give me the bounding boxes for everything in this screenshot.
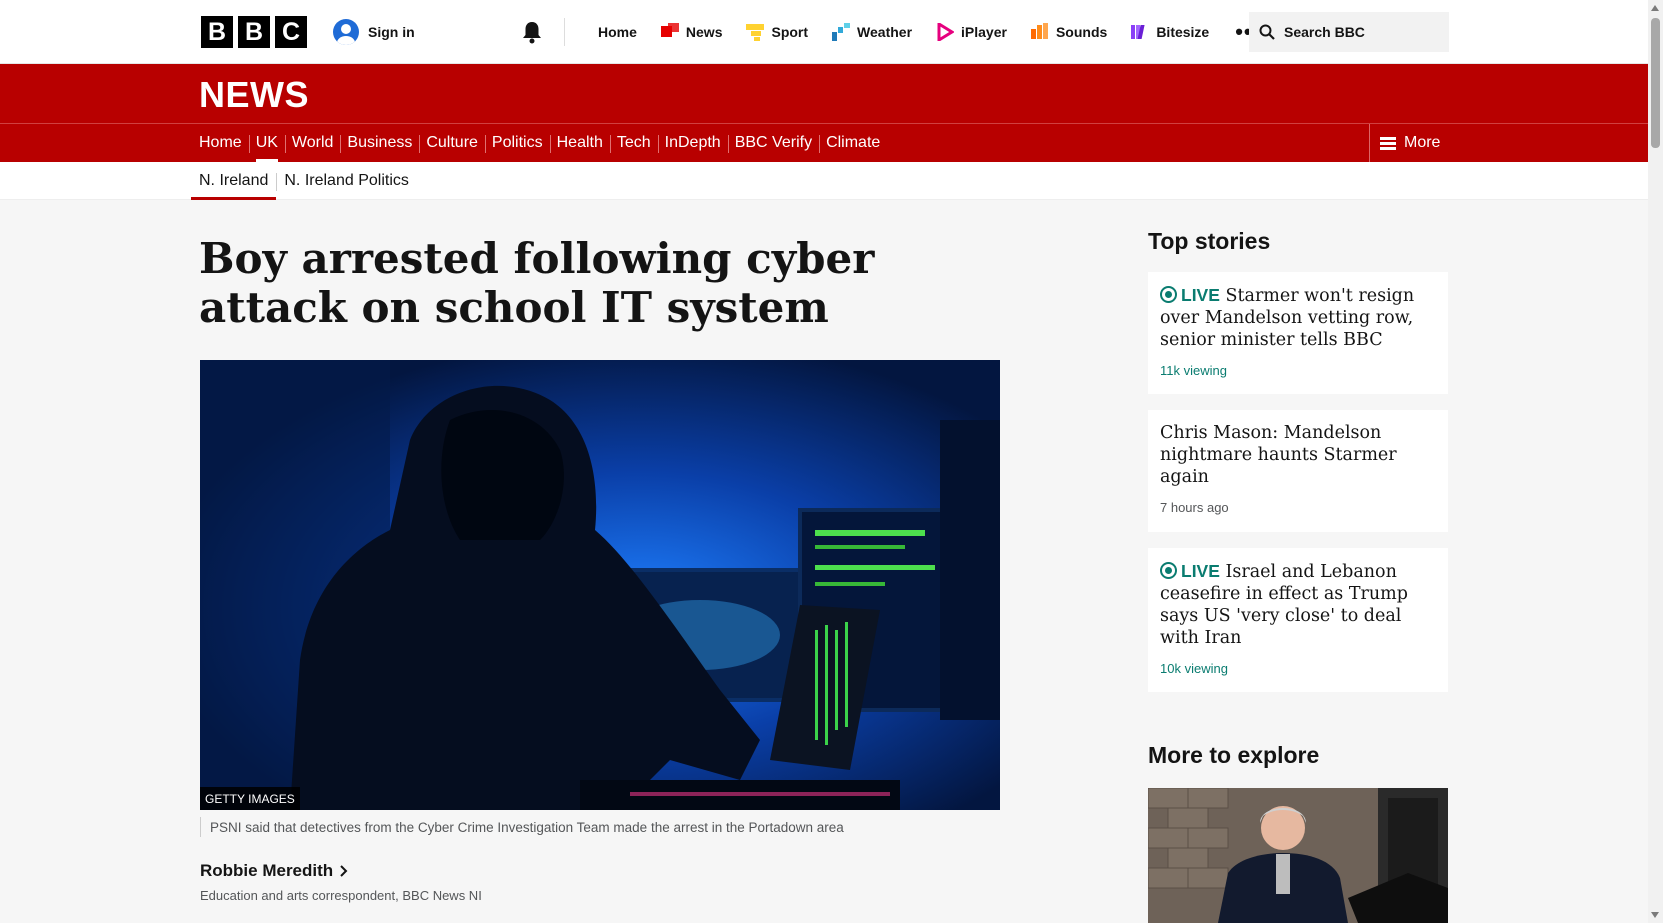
logo-letter: C xyxy=(275,16,307,48)
news-nav-item-culture[interactable]: Culture xyxy=(419,124,485,162)
article-headline: Boy arrested following cyber attack on s… xyxy=(199,234,875,332)
chevron-right-icon xyxy=(340,865,348,877)
search-placeholder: Search BBC xyxy=(1284,24,1365,40)
notifications-bell-icon[interactable] xyxy=(521,20,543,44)
sub-section-nav: N. Ireland N. Ireland Politics xyxy=(0,162,1648,200)
top-story-card[interactable]: Chris Mason: Mandelson nightmare haunts … xyxy=(1148,410,1448,532)
news-section-nav: Home UK World Business Culture Politics Health… xyxy=(0,123,1648,162)
live-icon xyxy=(1160,562,1177,579)
man-outside-door-image xyxy=(1148,788,1448,923)
global-nav-weather[interactable]: Weather xyxy=(820,0,924,64)
global-nav-iplayer[interactable]: iPlayer xyxy=(924,0,1019,64)
news-nav-item-tech[interactable]: Tech xyxy=(609,124,658,162)
sub-nav-list: N. Ireland N. Ireland Politics xyxy=(190,162,417,200)
global-nav-sounds[interactable]: Sounds xyxy=(1019,0,1119,64)
weather-icon xyxy=(832,23,851,41)
author-link[interactable]: Robbie Meredith xyxy=(200,861,349,881)
global-nav-label: News xyxy=(685,24,723,40)
top-story-card[interactable]: LIVE Starmer won't resign over Mandelson… xyxy=(1148,272,1448,394)
story-title: LIVE Israel and Lebanon ceasefire in eff… xyxy=(1160,560,1436,649)
sign-in-button[interactable]: Sign in xyxy=(333,19,415,45)
hooded-hacker-image xyxy=(200,360,1000,810)
more-label: More xyxy=(1404,134,1441,151)
global-nav-sport[interactable]: Sport xyxy=(734,0,820,64)
story-viewing-count: 10k viewing xyxy=(1160,661,1228,676)
sub-nav-item-n-ireland[interactable]: N. Ireland xyxy=(190,162,277,200)
news-nav-item-climate[interactable]: Climate xyxy=(819,124,887,162)
search-icon xyxy=(1259,24,1275,40)
news-nav-item-health[interactable]: Health xyxy=(549,124,610,162)
news-nav-item-uk[interactable]: UK xyxy=(248,124,285,162)
image-credit: GETTY IMAGES xyxy=(200,787,300,810)
news-nav-item-business[interactable]: Business xyxy=(340,124,419,162)
account-icon xyxy=(333,19,359,45)
sport-icon xyxy=(746,24,765,41)
sounds-icon xyxy=(1030,23,1048,39)
news-icon xyxy=(660,23,679,37)
global-nav-bitesize[interactable]: Bitesize xyxy=(1119,0,1221,64)
scroll-thumb[interactable] xyxy=(1651,18,1660,148)
story-headline: Chris Mason: Mandelson nightmare haunts … xyxy=(1160,423,1397,487)
news-nav-item-bbc-verify[interactable]: BBC Verify xyxy=(727,124,819,162)
top-stories-heading: Top stories xyxy=(1148,228,1271,254)
news-brand-title[interactable]: NEWS xyxy=(199,74,309,116)
scroll-down-arrow-icon[interactable] xyxy=(1651,912,1659,918)
image-caption: PSNI said that detectives from the Cyber… xyxy=(200,817,844,837)
live-label: LIVE xyxy=(1181,285,1220,305)
sign-in-label: Sign in xyxy=(368,24,415,40)
story-title: Chris Mason: Mandelson nightmare haunts … xyxy=(1160,422,1436,488)
global-nav-label: iPlayer xyxy=(961,24,1007,40)
story-title: LIVE Starmer won't resign over Mandelson… xyxy=(1160,284,1436,351)
global-nav-home[interactable]: Home xyxy=(586,0,649,64)
global-nav: Home News Sport Weather iPlayer Sounds B… xyxy=(586,0,1275,64)
search-bbc-input[interactable]: Search BBC xyxy=(1249,12,1449,52)
news-nav-item-indepth[interactable]: InDepth xyxy=(657,124,728,162)
news-masthead: NEWS xyxy=(0,64,1648,123)
news-nav-item-politics[interactable]: Politics xyxy=(484,124,550,162)
global-nav-news[interactable]: News xyxy=(649,0,735,64)
sub-nav-item-n-ireland-politics[interactable]: N. Ireland Politics xyxy=(276,162,417,200)
page-scrollbar[interactable] xyxy=(1648,0,1663,923)
news-more-menu-button[interactable]: More xyxy=(1369,124,1449,162)
author-name: Robbie Meredith xyxy=(200,861,334,880)
live-icon xyxy=(1160,286,1177,303)
news-nav-item-home[interactable]: Home xyxy=(199,124,249,162)
more-to-explore-heading: More to explore xyxy=(1148,742,1320,768)
bbc-logo[interactable]: B B C xyxy=(201,16,307,48)
global-nav-label: Sounds xyxy=(1055,24,1108,40)
global-nav-label: Bitesize xyxy=(1156,24,1210,40)
hamburger-icon xyxy=(1380,136,1396,150)
global-nav-label: Sport xyxy=(771,24,809,40)
live-label: LIVE xyxy=(1181,561,1220,581)
header-divider xyxy=(564,18,565,46)
story-viewing-count: 11k viewing xyxy=(1160,363,1227,378)
logo-letter: B xyxy=(201,16,233,48)
global-nav-label: Home xyxy=(598,24,637,40)
news-nav-list: Home UK World Business Culture Politics Health… xyxy=(199,124,887,162)
article-hero-image: GETTY IMAGES xyxy=(200,360,1000,810)
news-nav-item-world[interactable]: World xyxy=(284,124,341,162)
logo-letter: B xyxy=(238,16,270,48)
top-story-card[interactable]: LIVE Israel and Lebanon ceasefire in eff… xyxy=(1148,548,1448,692)
bitesize-icon xyxy=(1131,25,1145,39)
global-header: B B C Sign in Home News Sport Weather iP… xyxy=(0,0,1648,64)
explore-story-image[interactable] xyxy=(1148,788,1448,923)
story-timestamp: 7 hours ago xyxy=(1160,500,1229,515)
iplayer-icon xyxy=(937,23,955,41)
scroll-up-arrow-icon[interactable] xyxy=(1651,5,1659,11)
author-role: Education and arts correspondent, BBC Ne… xyxy=(200,888,482,903)
global-nav-label: Weather xyxy=(857,24,913,40)
